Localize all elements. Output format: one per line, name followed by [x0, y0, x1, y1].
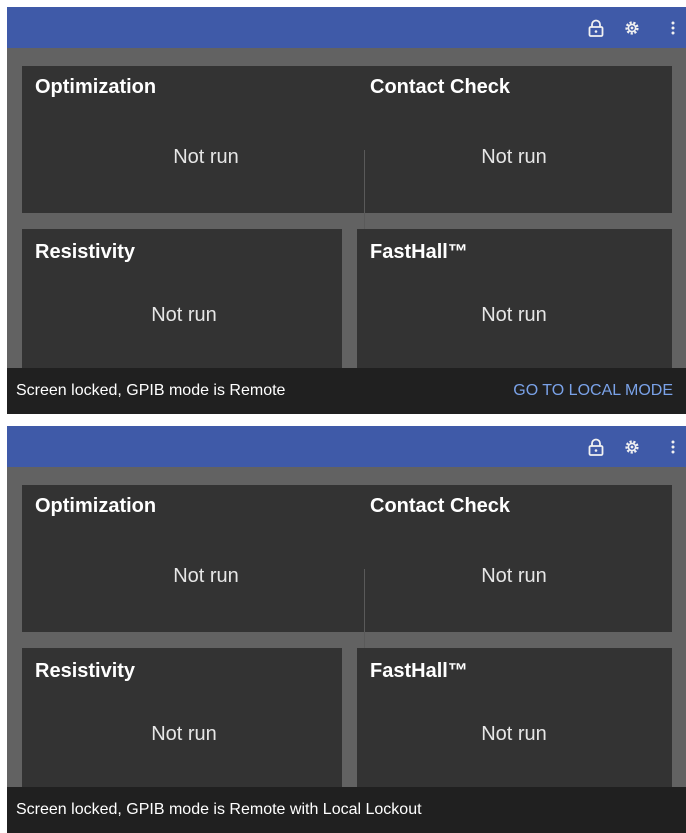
fasthall-card: FastHall™ Not run	[357, 229, 672, 369]
status-message: Screen locked, GPIB mode is Remote with …	[16, 801, 422, 818]
optimization-contact-card: Optimization Not run Contact Check Not r…	[22, 485, 672, 673]
fasthall-title: FastHall™	[370, 241, 468, 263]
gear-icon[interactable]	[621, 426, 643, 467]
app-bar	[7, 7, 686, 48]
resistivity-status: Not run	[151, 304, 217, 326]
status-bar: Screen locked, GPIB mode is Remote with …	[7, 787, 686, 833]
optimization-title: Optimization	[35, 495, 157, 517]
lock-icon[interactable]	[585, 7, 607, 48]
contact-check-status: Not run	[481, 146, 547, 168]
lock-icon[interactable]	[585, 426, 607, 467]
optimization-contact-card: Optimization Not run Contact Check Not r…	[22, 66, 672, 254]
status-bar: Screen locked, GPIB mode is Remote GO TO…	[7, 368, 686, 414]
optimization-title: Optimization	[35, 76, 157, 98]
resistivity-title: Resistivity	[35, 660, 136, 682]
fasthall-card: FastHall™ Not run	[357, 648, 672, 788]
resistivity-card: Resistivity Not run	[22, 648, 342, 788]
resistivity-card: Resistivity Not run	[22, 229, 342, 369]
status-message: Screen locked, GPIB mode is Remote	[16, 382, 286, 399]
fasthall-title: FastHall™	[370, 660, 468, 682]
contact-check-title: Contact Check	[370, 495, 511, 517]
optimization-status: Not run	[173, 146, 239, 168]
contact-check-title: Contact Check	[370, 76, 511, 98]
more-vert-icon[interactable]	[665, 7, 681, 48]
fasthall-status: Not run	[481, 723, 547, 745]
app-screen-local-lockout: Optimization Not run Contact Check Not r…	[7, 426, 686, 833]
more-vert-icon[interactable]	[665, 426, 681, 467]
app-bar	[7, 426, 686, 467]
optimization-status: Not run	[173, 565, 239, 587]
app-screen-remote: Optimization Not run Contact Check Not r…	[7, 7, 686, 414]
gear-icon[interactable]	[621, 7, 643, 48]
resistivity-status: Not run	[151, 723, 217, 745]
fasthall-status: Not run	[481, 304, 547, 326]
go-to-local-mode-button[interactable]: GO TO LOCAL MODE	[513, 382, 673, 400]
resistivity-title: Resistivity	[35, 241, 136, 263]
contact-check-status: Not run	[481, 565, 547, 587]
